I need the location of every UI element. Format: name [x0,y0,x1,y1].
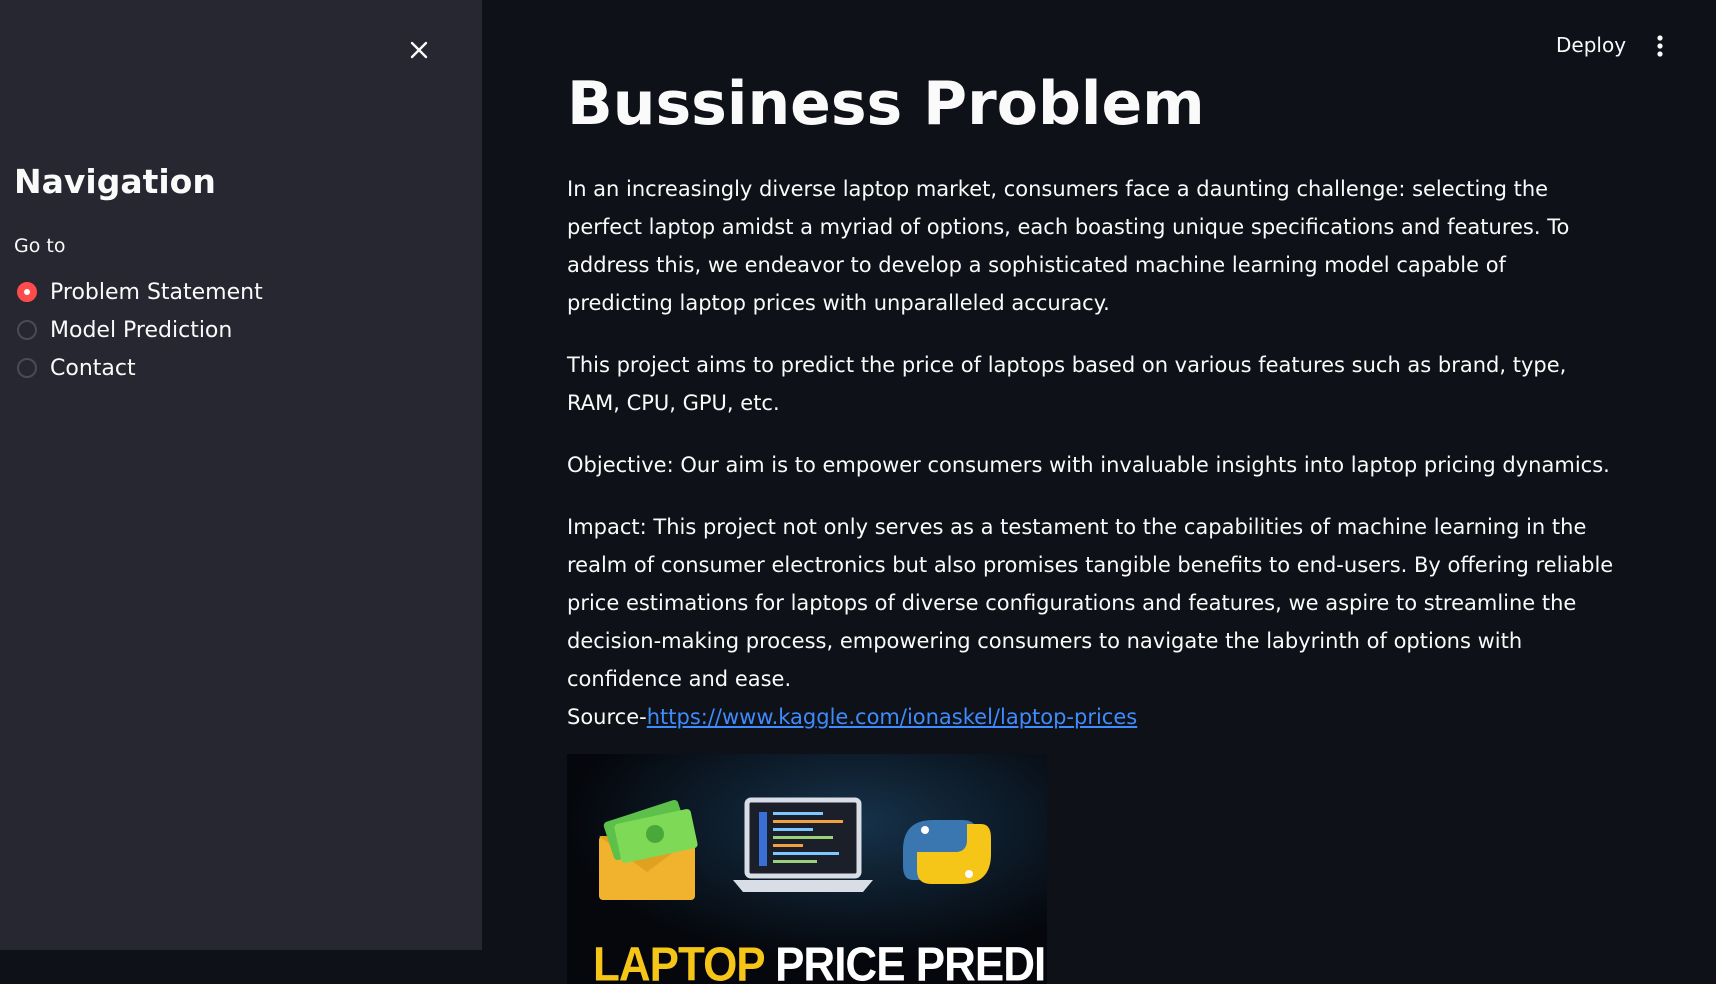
radio-option-model-prediction[interactable]: Model Prediction [17,311,263,349]
banner-title-highlight: LAPTOP [593,938,764,984]
python-logo-icon [903,820,991,884]
radio-option-problem-statement[interactable]: Problem Statement [17,273,263,311]
banner-title: LAPTOP PRICE PREDICTION [593,938,1047,984]
radio-option-label: Contact [50,356,136,381]
radio-selected-icon[interactable] [17,282,37,302]
radio-unselected-icon[interactable] [17,320,37,340]
main-content: Bussiness Problem In an increasingly div… [567,62,1617,984]
more-vertical-icon[interactable] [1648,32,1672,60]
laptop-icon [733,800,873,892]
paragraph-intro: In an increasingly diverse laptop market… [567,170,1617,322]
sidebar: Navigation Go to Problem Statement Model… [0,0,482,950]
radio-option-label: Problem Statement [50,280,263,305]
sidebar-title: Navigation [14,162,216,201]
radio-option-label: Model Prediction [50,318,232,343]
impact-text: Impact: This project not only serves as … [567,515,1613,691]
paragraph-aim: This project aims to predict the price o… [567,346,1617,422]
paragraph-impact: Impact: This project not only serves as … [567,508,1617,736]
page-title: Bussiness Problem [567,62,1617,146]
radio-option-contact[interactable]: Contact [17,349,263,387]
paragraph-objective: Objective: Our aim is to empower consume… [567,446,1617,484]
close-icon[interactable] [405,36,433,64]
source-prefix: Source- [567,705,647,729]
radio-unselected-icon[interactable] [17,358,37,378]
deploy-button[interactable]: Deploy [1556,33,1626,57]
source-link[interactable]: https://www.kaggle.com/ionaskel/laptop-p… [647,705,1138,729]
banner-title-rest: PRICE PREDICTION [764,938,1047,984]
radio-group-label: Go to [14,235,65,257]
navigation-radio-group: Problem Statement Model Prediction Conta… [17,273,263,387]
